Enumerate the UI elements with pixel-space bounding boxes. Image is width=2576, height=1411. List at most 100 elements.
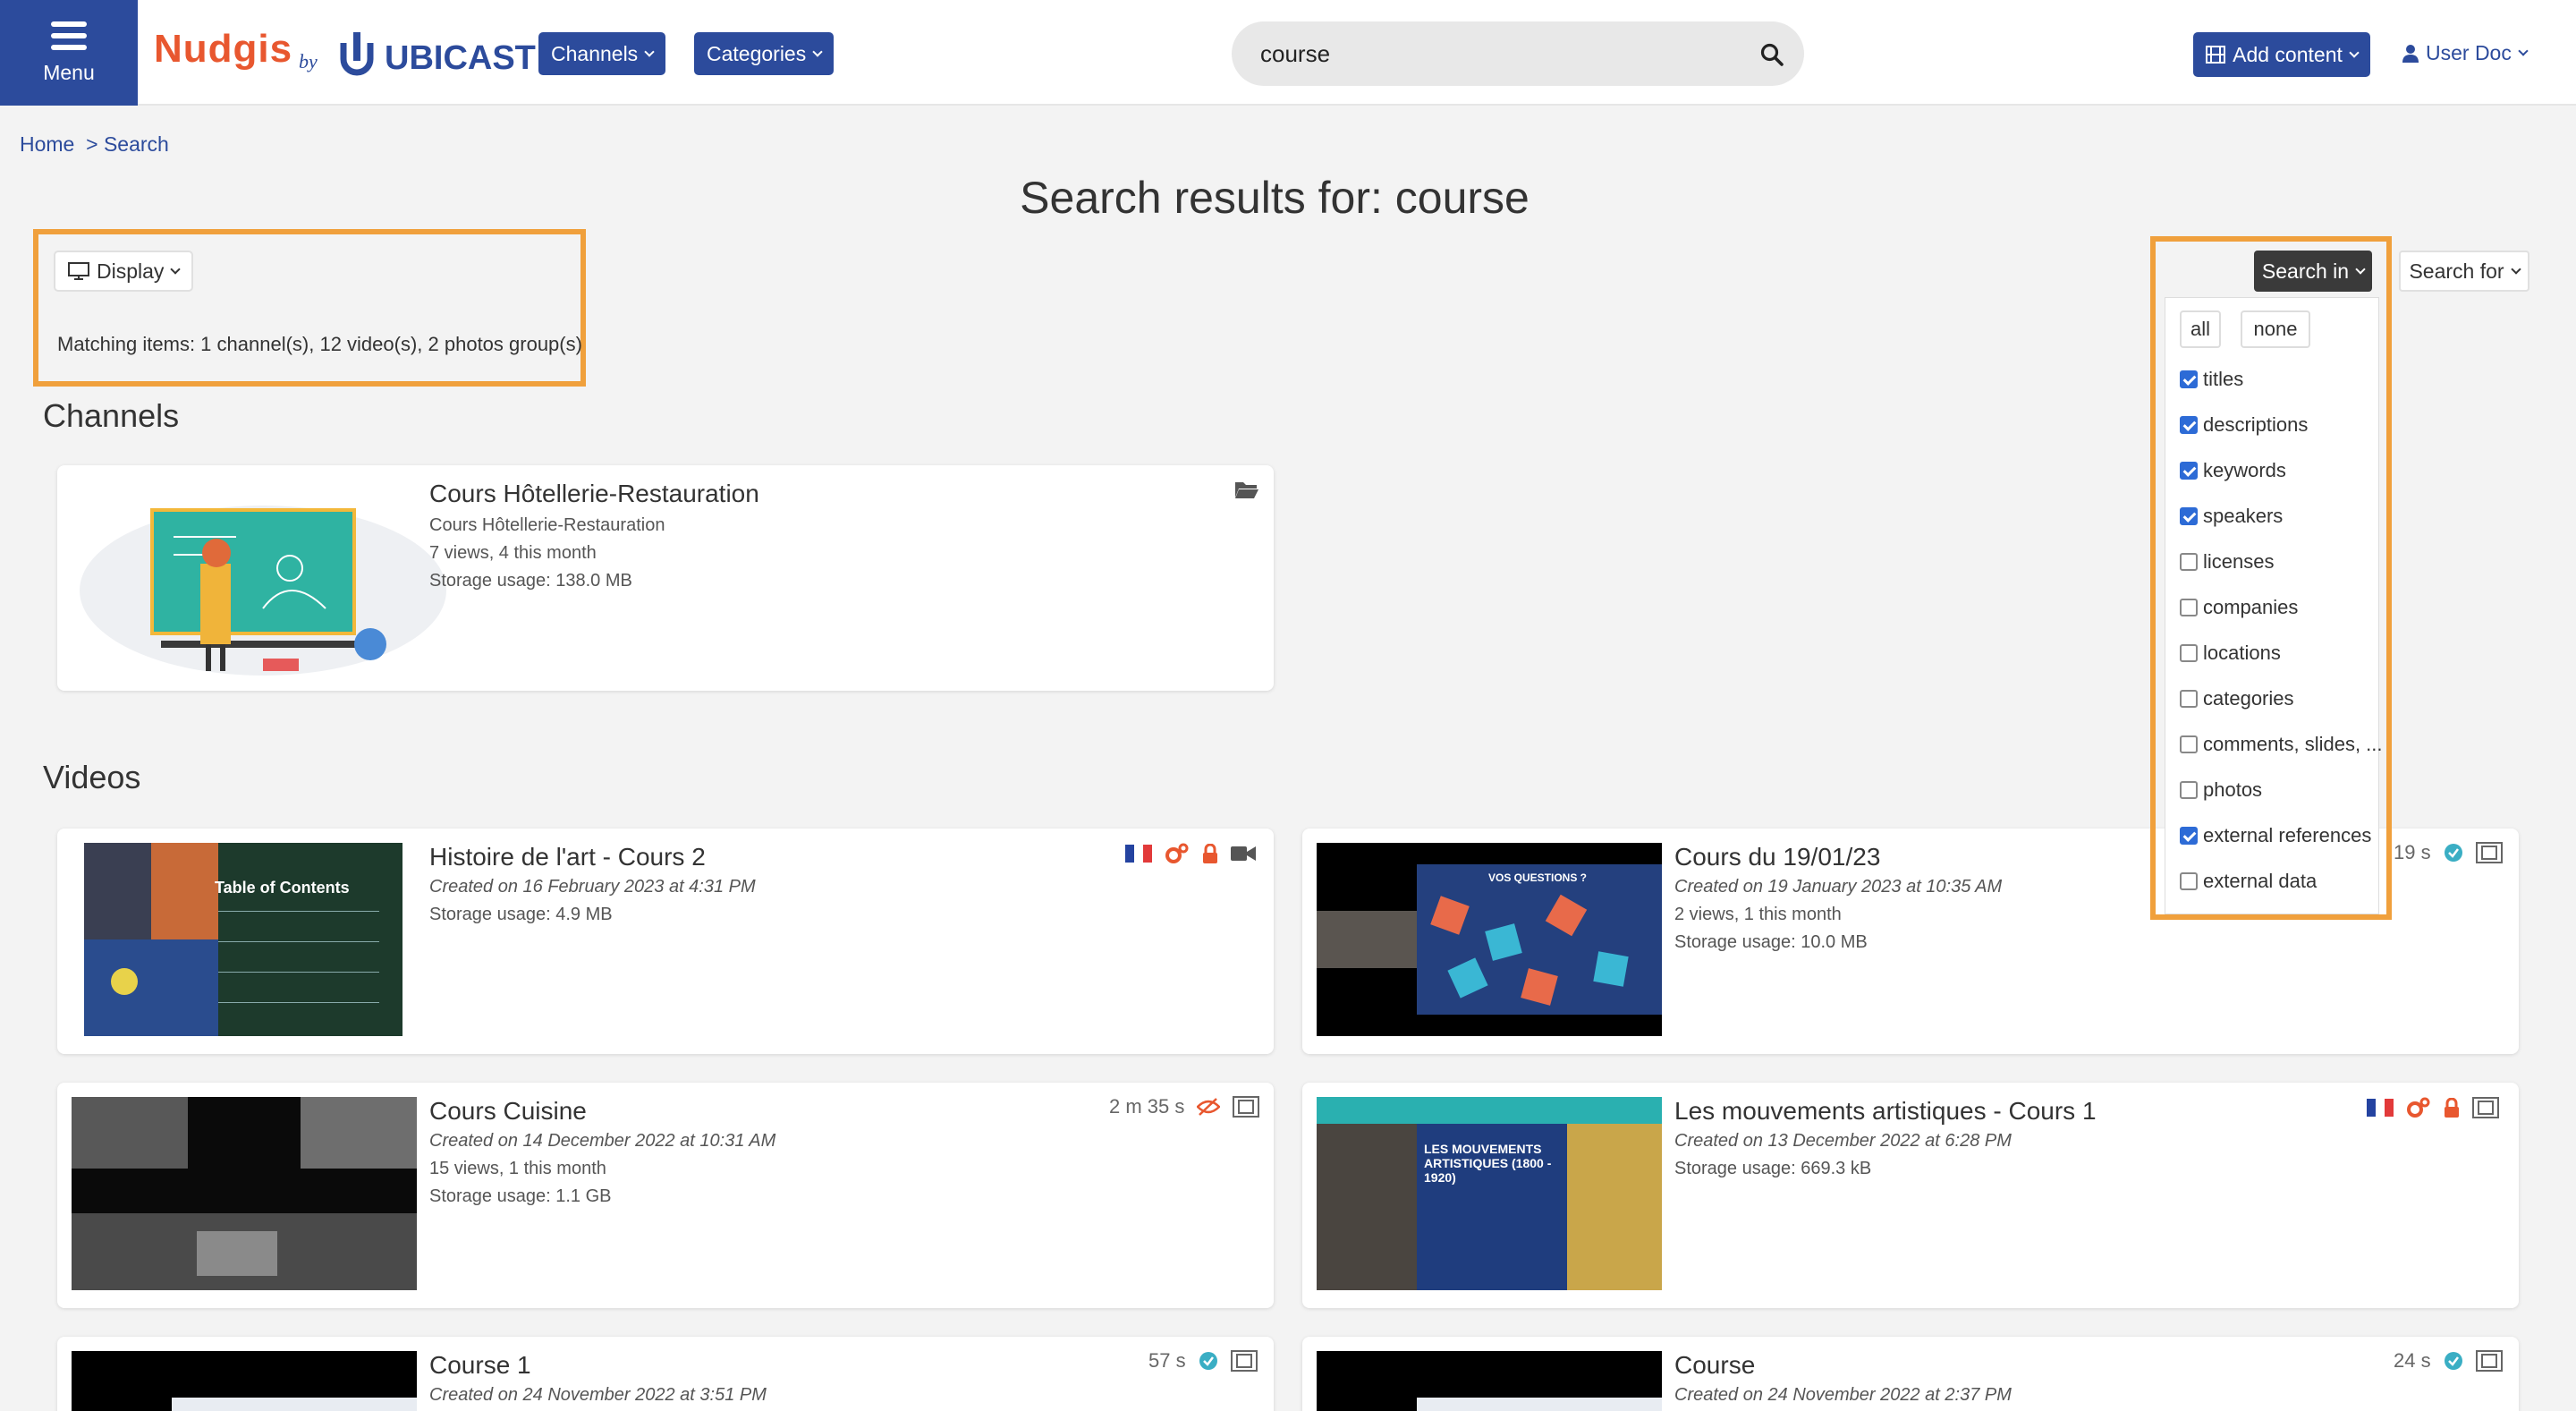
- user-menu-button[interactable]: User Doc: [2402, 41, 2529, 65]
- logo-by-text: by: [299, 50, 318, 72]
- channel-title[interactable]: Cours Hôtellerie-Restauration: [429, 480, 759, 508]
- video-views: 15 views, 1 this month: [429, 1159, 606, 1178]
- video-card[interactable]: Table of Contents Histoire de l'art - Co…: [57, 829, 1274, 1054]
- video-title[interactable]: Cours Cuisine: [429, 1097, 587, 1126]
- nudgis-logo[interactable]: Nudgis: [154, 27, 292, 72]
- video-created: Created on 19 January 2023 at 10:35 AM: [1674, 877, 2003, 897]
- video-thumbnail[interactable]: LES MOUVEMENTS ARTISTIQUES (1800 - 1920): [1317, 1097, 1662, 1290]
- video-meta-icons: 57 s: [1148, 1349, 1258, 1373]
- painting-collage: [84, 843, 218, 1036]
- chevron-down-icon: [644, 46, 655, 57]
- video-title[interactable]: Course 1: [429, 1351, 531, 1380]
- menu-button[interactable]: Menu: [0, 0, 138, 106]
- video-thumbnail[interactable]: [72, 1351, 417, 1411]
- video-card[interactable]: Cours Cuisine Created on 14 December 202…: [57, 1083, 1274, 1308]
- video-storage: Storage usage: 4.9 MB: [429, 905, 613, 924]
- video-thumbnail[interactable]: Table of Contents: [84, 843, 402, 1036]
- chevron-down-icon: [170, 263, 182, 275]
- ubicast-logo[interactable]: UBICAST: [385, 39, 536, 78]
- categories-button[interactable]: Categories: [694, 32, 835, 75]
- video-title[interactable]: Course: [1674, 1351, 1755, 1380]
- check-circle-icon: [2444, 844, 2462, 862]
- kitchen-view: [72, 1097, 188, 1169]
- classroom-illustration: [80, 506, 446, 676]
- presentation-layout-icon: [2475, 1350, 2503, 1372]
- add-content-button[interactable]: Add content: [2193, 32, 2370, 77]
- chevron-down-icon: [2349, 47, 2360, 58]
- video-duration: 19 s: [2394, 841, 2431, 863]
- display-label: Display: [97, 259, 165, 283]
- video-thumbnail[interactable]: VOS QUESTIONS ?: [1317, 843, 1662, 1036]
- thumbnail-caption: LES MOUVEMENTS ARTISTIQUES (1800 - 1920): [1424, 1142, 1552, 1185]
- search-icon[interactable]: [1760, 43, 1784, 66]
- video-meta-icons: [2367, 1097, 2499, 1118]
- menu-label: Menu: [43, 61, 95, 84]
- breadcrumb-home[interactable]: Home: [20, 132, 74, 156]
- ubicast-logo-icon: [340, 32, 374, 76]
- display-button[interactable]: Display: [54, 251, 194, 292]
- french-flag-icon: [2367, 1099, 2394, 1117]
- user-icon: [2402, 44, 2419, 63]
- search-in-highlight-box: [2150, 236, 2392, 920]
- user-label: User Doc: [2426, 41, 2512, 64]
- thumbnail-caption: Table of Contents: [215, 879, 350, 897]
- search-for-label: Search for: [2409, 259, 2504, 283]
- video-duration: 2 m 35 s: [1109, 1095, 1185, 1118]
- matching-items-text: Matching items: 1 channel(s), 12 video(s…: [57, 333, 582, 355]
- video-camera-icon: [1231, 846, 1256, 861]
- kitchen-view: [301, 1097, 417, 1169]
- add-content-label: Add content: [2233, 42, 2343, 66]
- video-duration: 57 s: [1148, 1349, 1186, 1372]
- chevron-down-icon: [2510, 263, 2521, 275]
- breadcrumb-separator: >: [86, 132, 98, 156]
- video-card[interactable]: Course 1 Created on 24 November 2022 at …: [57, 1337, 1274, 1411]
- search-for-button[interactable]: Search for: [2399, 251, 2529, 292]
- videos-heading: Videos: [43, 759, 141, 795]
- presentation-layout-icon: [2475, 842, 2503, 863]
- cogs-icon: [1165, 843, 1189, 863]
- categories-label: Categories: [707, 41, 807, 65]
- speaker-inset: [1317, 1124, 1417, 1290]
- video-created: Created on 13 December 2022 at 6:28 PM: [1674, 1131, 2012, 1151]
- breadcrumb: Home > Search: [20, 132, 169, 157]
- channel-views: 7 views, 4 this month: [429, 543, 597, 563]
- lock-icon: [2445, 1098, 2459, 1118]
- screen-capture: [1417, 1398, 1662, 1411]
- video-title[interactable]: Histoire de l'art - Cours 2: [429, 843, 706, 871]
- channel-card[interactable]: Cours Hôtellerie-Restauration Cours Hôte…: [57, 465, 1274, 691]
- eye-slash-icon: [1197, 1098, 1221, 1116]
- check-circle-icon: [1199, 1352, 1217, 1370]
- video-meta-icons: [1125, 843, 1256, 864]
- video-created: Created on 24 November 2022 at 2:37 PM: [1674, 1385, 2012, 1405]
- search-input[interactable]: [1260, 36, 1725, 72]
- video-title[interactable]: Les mouvements artistiques - Cours 1: [1674, 1097, 2097, 1126]
- french-flag-icon: [1125, 845, 1152, 863]
- video-views: 2 views, 1 this month: [1674, 905, 1842, 924]
- video-card[interactable]: Course Created on 24 November 2022 at 2:…: [1302, 1337, 2519, 1411]
- video-created: Created on 14 December 2022 at 10:31 AM: [429, 1131, 776, 1151]
- channel-thumbnail[interactable]: [75, 483, 451, 678]
- video-created: Created on 16 February 2023 at 4:31 PM: [429, 877, 756, 897]
- hamburger-icon: [51, 21, 87, 56]
- cogs-icon: [2407, 1097, 2430, 1118]
- channels-label: Channels: [551, 41, 639, 65]
- chevron-down-icon: [812, 46, 823, 57]
- thumbnail-caption: VOS QUESTIONS ?: [1488, 871, 1588, 884]
- artwork-image: [1567, 1124, 1662, 1290]
- lock-icon: [1203, 844, 1217, 863]
- breadcrumb-search[interactable]: Search: [104, 132, 169, 156]
- screen-capture: [172, 1398, 417, 1411]
- channels-button[interactable]: Channels: [538, 32, 666, 75]
- video-meta-icons: 19 s: [2394, 841, 2503, 864]
- video-card[interactable]: LES MOUVEMENTS ARTISTIQUES (1800 - 1920)…: [1302, 1083, 2519, 1308]
- video-created: Created on 24 November 2022 at 3:51 PM: [429, 1385, 767, 1405]
- film-icon: [2206, 46, 2226, 64]
- video-thumbnail[interactable]: [1317, 1351, 1662, 1411]
- top-header: Menu Nudgis by UBICAST Channels Categori…: [0, 0, 2576, 106]
- video-thumbnail[interactable]: [72, 1097, 417, 1290]
- video-title[interactable]: Cours du 19/01/23: [1674, 843, 1880, 871]
- presentation-layout-icon: [1233, 1096, 1260, 1118]
- video-storage: Storage usage: 10.0 MB: [1674, 932, 1868, 952]
- channels-heading: Channels: [43, 397, 180, 434]
- channel-storage: Storage usage: 138.0 MB: [429, 571, 632, 591]
